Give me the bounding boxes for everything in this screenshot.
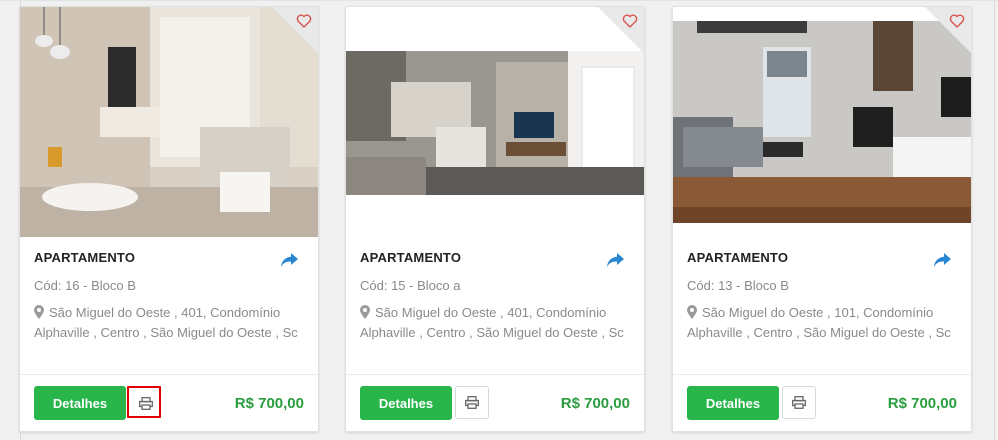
address-text: São Miguel do Oeste , 401, Condomínio Al…	[34, 305, 298, 340]
card-divider	[673, 374, 971, 375]
property-photo[interactable]	[346, 7, 644, 237]
details-button[interactable]: Detalhes	[34, 386, 126, 420]
card-divider	[346, 374, 644, 375]
address-text: São Miguel do Oeste , 101, Condomínio Al…	[687, 305, 951, 340]
property-address: São Miguel do Oeste , 101, Condomínio Al…	[687, 303, 955, 343]
address-text: São Miguel do Oeste , 401, Condomínio Al…	[360, 305, 624, 340]
print-button[interactable]	[455, 386, 489, 419]
property-card: APARTAMENTO Cód: 13 - Bloco B São Miguel…	[672, 6, 972, 432]
share-arrow-icon[interactable]	[931, 251, 953, 269]
property-card: APARTAMENTO Cód: 15 - Bloco a São Miguel…	[345, 6, 645, 432]
property-address: São Miguel do Oeste , 401, Condomínio Al…	[34, 303, 302, 343]
share-arrow-icon[interactable]	[278, 251, 300, 269]
print-button[interactable]	[782, 386, 816, 419]
map-marker-icon	[687, 305, 697, 319]
details-button[interactable]: Detalhes	[360, 386, 452, 420]
property-card: APARTAMENTO Cód: 16 - Bloco B São Miguel…	[19, 6, 319, 432]
map-marker-icon	[34, 305, 44, 319]
property-price: R$ 700,00	[560, 395, 630, 412]
share-arrow-icon[interactable]	[604, 251, 626, 269]
property-price: R$ 700,00	[234, 395, 304, 412]
property-type: APARTAMENTO	[34, 250, 136, 265]
heart-outline-icon[interactable]	[949, 13, 965, 29]
property-code: Cód: 13 - Bloco B	[687, 278, 789, 293]
property-photo[interactable]	[20, 7, 318, 237]
property-photo[interactable]	[673, 7, 971, 237]
property-code: Cód: 16 - Bloco B	[34, 278, 136, 293]
property-type: APARTAMENTO	[360, 250, 462, 265]
property-address: São Miguel do Oeste , 401, Condomínio Al…	[360, 303, 628, 343]
property-code: Cód: 15 - Bloco a	[360, 278, 461, 293]
card-divider	[20, 374, 318, 375]
map-marker-icon	[360, 305, 370, 319]
heart-outline-icon[interactable]	[622, 13, 638, 29]
property-price: R$ 700,00	[887, 395, 957, 412]
details-button[interactable]: Detalhes	[687, 386, 779, 420]
print-button[interactable]	[127, 386, 161, 418]
heart-outline-icon[interactable]	[296, 13, 312, 29]
property-type: APARTAMENTO	[687, 250, 789, 265]
